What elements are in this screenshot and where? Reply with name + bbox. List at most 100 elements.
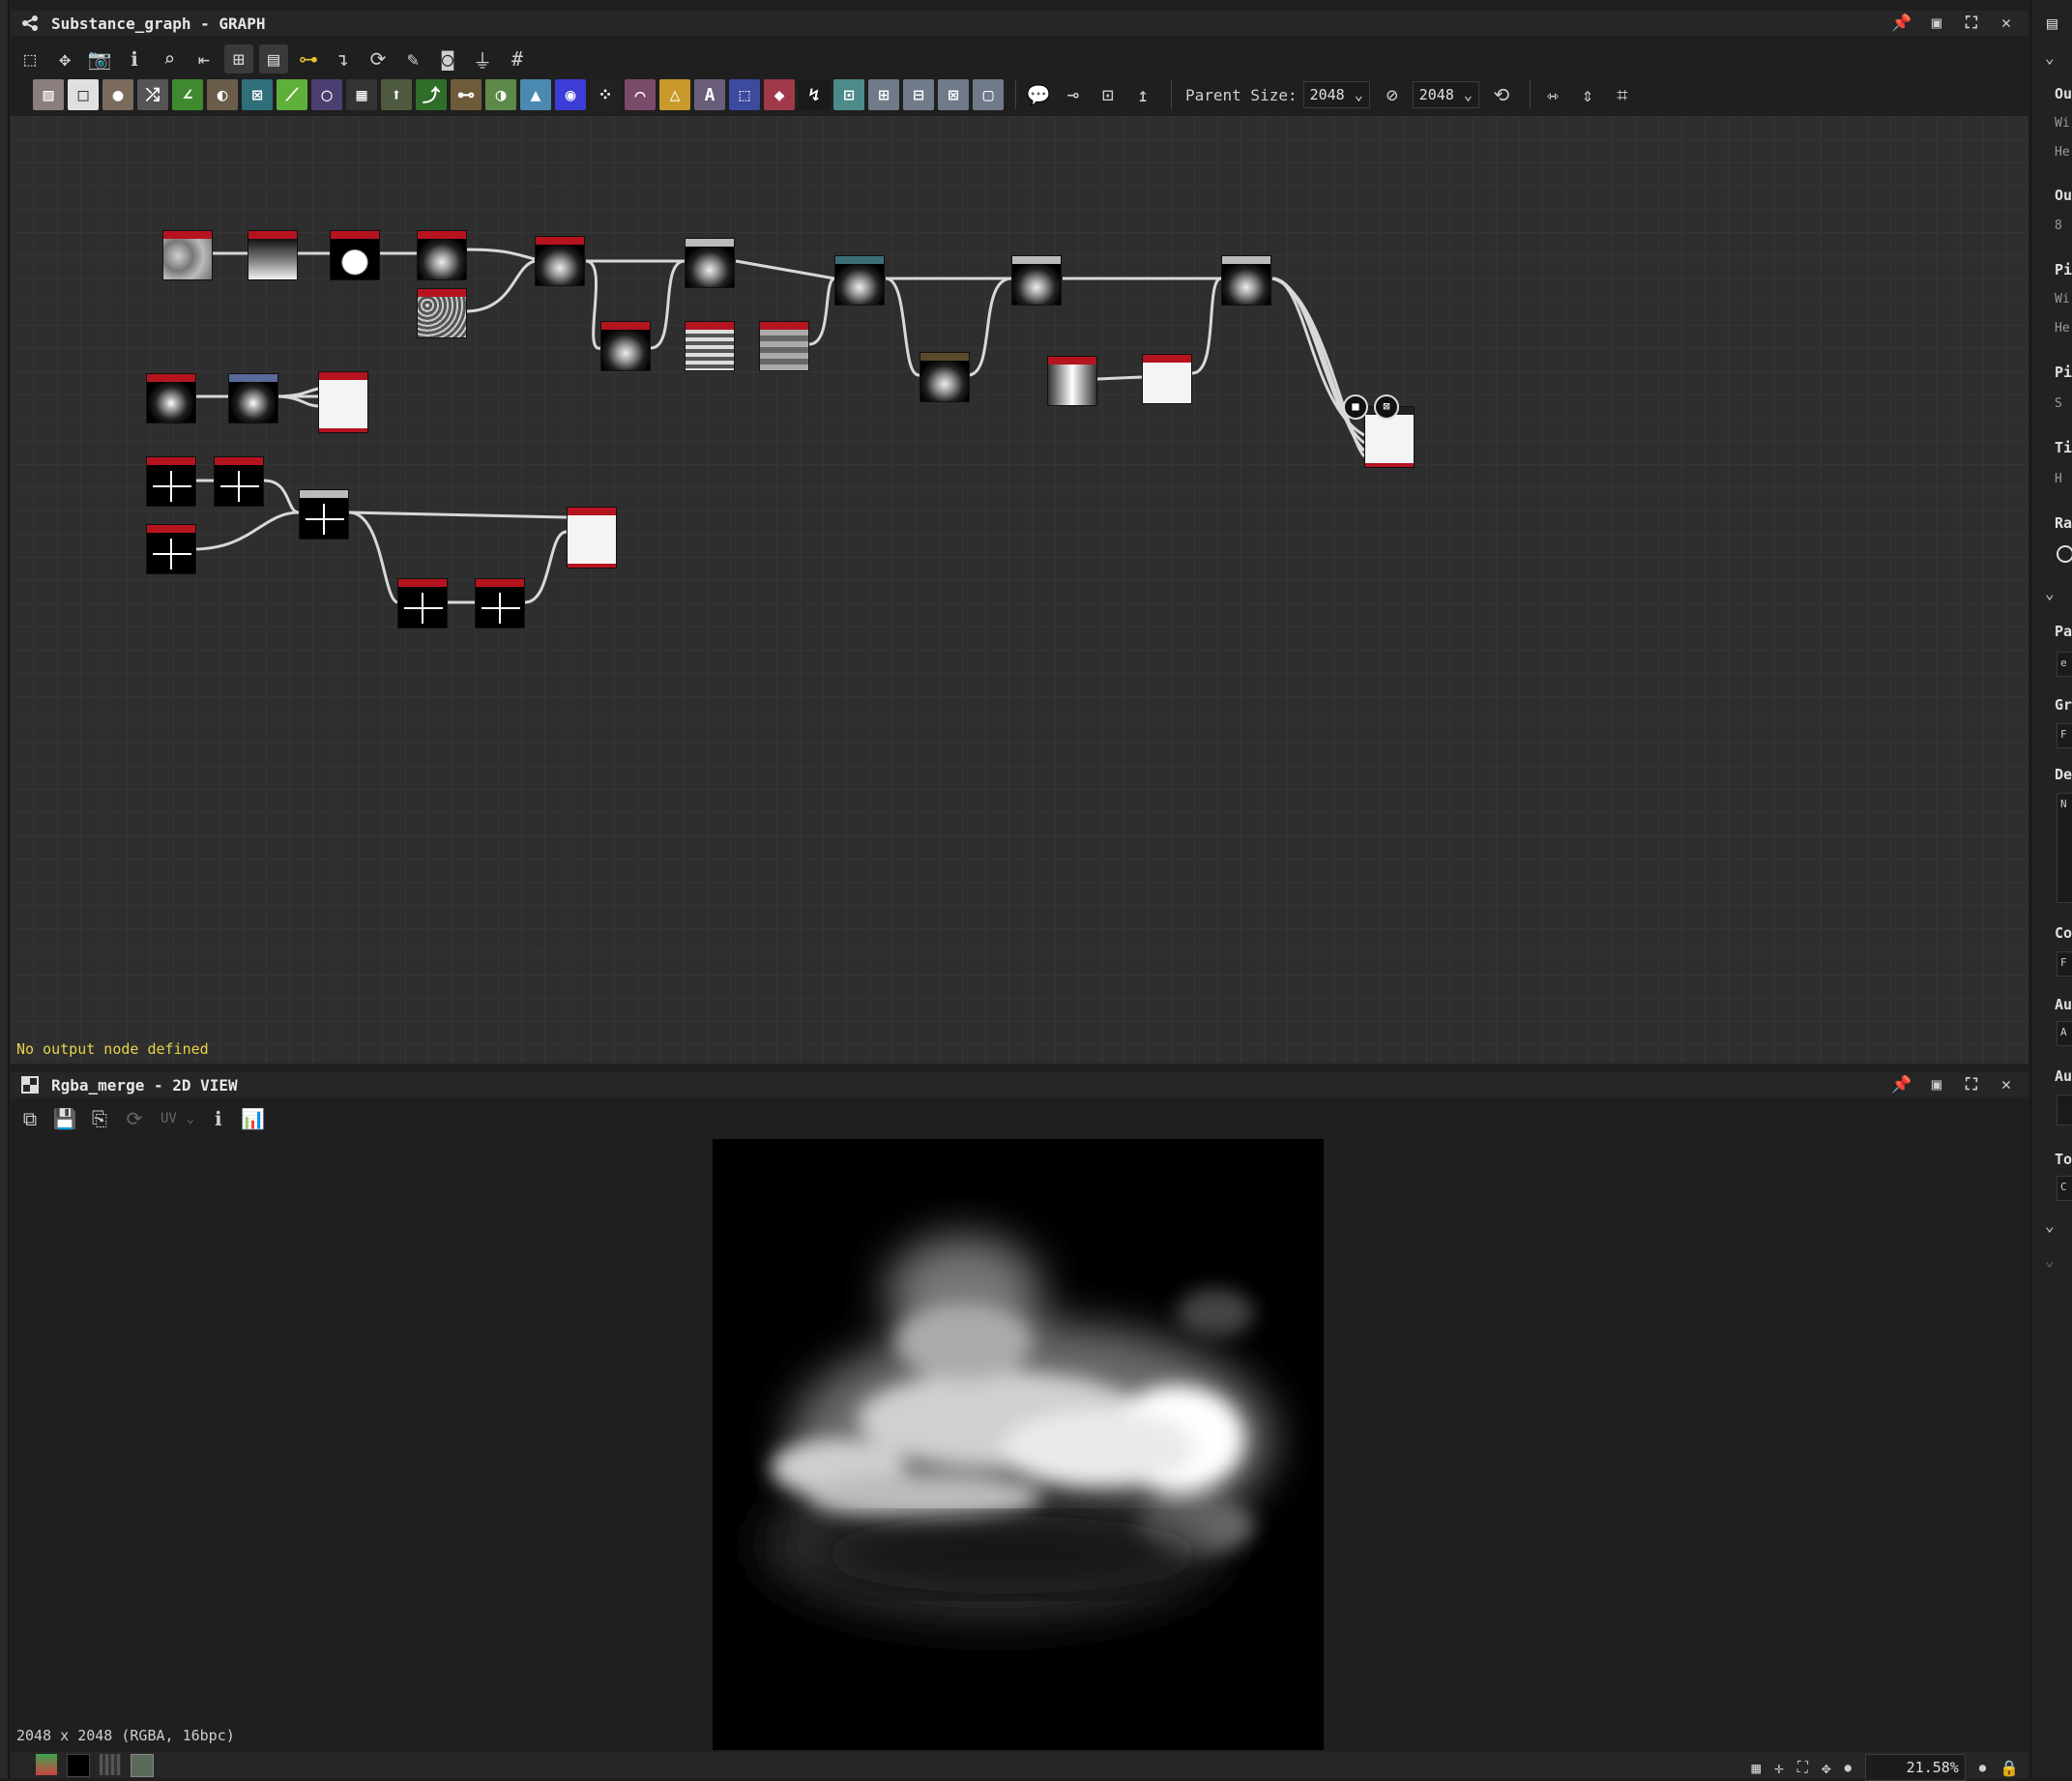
info-icon[interactable]: ℹ bbox=[204, 1104, 233, 1133]
graph-node[interactable] bbox=[535, 236, 585, 286]
graph-node[interactable] bbox=[919, 352, 970, 402]
search-icon[interactable]: ⌕ bbox=[155, 44, 184, 73]
uv-dropdown[interactable]: UV bbox=[161, 1111, 177, 1126]
graph-node[interactable] bbox=[417, 230, 467, 280]
curve-node-icon[interactable]: ∠ bbox=[172, 79, 203, 110]
graph-node[interactable] bbox=[146, 373, 196, 423]
frame-node-icon[interactable]: ⊡ bbox=[1094, 80, 1123, 109]
black-channel-icon[interactable] bbox=[67, 1754, 90, 1777]
graph-node[interactable] bbox=[1047, 356, 1097, 406]
graph-node[interactable] bbox=[228, 373, 278, 423]
pixel-processor-node-icon[interactable]: ⁘ bbox=[590, 79, 621, 110]
pin-icon[interactable]: 📌 bbox=[1891, 1074, 1912, 1095]
size-select-2[interactable]: 2048 ⌄ bbox=[1412, 81, 1479, 108]
close-icon[interactable]: ✕ bbox=[1996, 1074, 2017, 1095]
info-icon[interactable]: ℹ bbox=[120, 44, 149, 73]
sharpen-node-icon[interactable]: ⊟ bbox=[903, 79, 934, 110]
directional-warp-node-icon[interactable]: ◑ bbox=[485, 79, 516, 110]
graph-node[interactable] bbox=[1142, 354, 1192, 404]
svg-node-icon[interactable]: ⬚ bbox=[729, 79, 760, 110]
rgb-channel-icon[interactable] bbox=[131, 1754, 154, 1777]
levels-2-node-icon[interactable]: ⊠ bbox=[938, 79, 969, 110]
graph-node[interactable] bbox=[475, 578, 525, 628]
hierarchy-icon[interactable]: ⊞ bbox=[224, 44, 253, 73]
layout-icon[interactable]: ⬚ bbox=[15, 44, 44, 73]
frame-icon[interactable]: ▤ bbox=[259, 44, 288, 73]
radio-button[interactable] bbox=[2057, 545, 2072, 563]
chevron-down-icon[interactable]: ⌄ bbox=[183, 1104, 198, 1133]
document-icon[interactable]: ▤ bbox=[2047, 14, 2057, 34]
reset-size-icon[interactable]: ⟲ bbox=[1487, 80, 1516, 109]
chevron-down-icon[interactable]: ⌄ bbox=[2045, 48, 2055, 67]
property-field[interactable]: F bbox=[2057, 723, 2072, 748]
camera-icon[interactable]: 📷 bbox=[85, 44, 114, 73]
gradient-node-icon[interactable]: ◐ bbox=[207, 79, 238, 110]
level-node-icon[interactable]: ⟋ bbox=[277, 79, 307, 110]
graph-node[interactable] bbox=[1221, 255, 1271, 306]
graph-node[interactable] bbox=[600, 321, 651, 371]
connect-icon[interactable]: ⊶ bbox=[294, 44, 323, 73]
graph-node[interactable] bbox=[834, 255, 885, 306]
copy-icon[interactable]: ⎘ bbox=[85, 1104, 114, 1133]
bitmap-node-icon[interactable]: ▨ bbox=[33, 79, 64, 110]
normal-node-icon[interactable]: ⊡ bbox=[833, 79, 864, 110]
graph-node[interactable] bbox=[1011, 255, 1062, 306]
chevron-down-icon[interactable]: ⌄ bbox=[2045, 1251, 2055, 1270]
snap-icon[interactable]: ✛ bbox=[1774, 1759, 1784, 1777]
pin-node-icon[interactable]: ↥ bbox=[1128, 80, 1157, 109]
graph-node[interactable] bbox=[248, 230, 298, 280]
graph-node[interactable] bbox=[299, 489, 349, 540]
graph-node[interactable] bbox=[146, 456, 196, 507]
fx-map-node-icon[interactable]: ⤴ bbox=[416, 79, 447, 110]
crop-icon[interactable]: ⌗ bbox=[1608, 80, 1637, 109]
pan-icon[interactable]: ✥ bbox=[1822, 1759, 1831, 1777]
reset-icon[interactable]: ⟳ bbox=[364, 44, 393, 73]
warning-node-icon[interactable]: △ bbox=[659, 79, 690, 110]
material-blend-node-icon[interactable]: ▢ bbox=[973, 79, 1004, 110]
property-field[interactable] bbox=[2057, 1095, 2072, 1125]
height-blend-node-icon[interactable]: ⊞ bbox=[868, 79, 899, 110]
property-field[interactable]: C bbox=[2057, 1176, 2072, 1201]
tool-icon[interactable]: ✎ bbox=[398, 44, 427, 73]
align-icon[interactable]: ⇤ bbox=[190, 44, 219, 73]
parent-size-select[interactable]: 2048 ⌄ bbox=[1302, 81, 1370, 108]
float-window-icon[interactable]: ▣ bbox=[1926, 13, 1947, 34]
graph-node[interactable] bbox=[146, 524, 196, 574]
snapshot-icon[interactable]: ◙ bbox=[433, 44, 462, 73]
graph-node[interactable] bbox=[330, 230, 380, 280]
graph-node[interactable] bbox=[759, 321, 809, 371]
property-field[interactable]: e bbox=[2057, 652, 2072, 677]
blur-node-icon[interactable]: ● bbox=[102, 79, 133, 110]
tiling-icon[interactable] bbox=[100, 1754, 121, 1775]
warp-node-icon[interactable]: ⊠ bbox=[242, 79, 273, 110]
text-curve-node-icon[interactable]: ⌒ bbox=[625, 79, 656, 110]
fit-icon[interactable]: ⛶ bbox=[1797, 1758, 1808, 1777]
transform-node-icon[interactable]: ⤮ bbox=[137, 79, 168, 110]
histogram-icon[interactable]: 📊 bbox=[239, 1104, 268, 1133]
zoom-dot-icon[interactable]: ● bbox=[1845, 1761, 1852, 1774]
graph-node[interactable] bbox=[685, 321, 735, 371]
close-icon[interactable]: ✕ bbox=[1996, 13, 2017, 34]
graph-canvas[interactable]: ■ ⊠ No output node defined bbox=[11, 116, 2028, 1064]
pan-icon[interactable]: ✥ bbox=[50, 44, 79, 73]
shape-node-icon[interactable]: ▦ bbox=[346, 79, 377, 110]
graph-node[interactable] bbox=[567, 507, 617, 569]
pin-icon[interactable]: 📌 bbox=[1891, 13, 1912, 34]
align-horizontal-icon[interactable]: ⇿ bbox=[1538, 80, 1567, 109]
blend-node-icon[interactable]: ⬆ bbox=[381, 79, 412, 110]
comment-icon[interactable]: 💬 bbox=[1024, 80, 1053, 109]
zoom-dot-icon[interactable]: ● bbox=[1979, 1761, 1986, 1774]
chevron-down-icon[interactable]: ⌄ bbox=[2045, 1216, 2055, 1235]
text-node-icon[interactable]: A bbox=[694, 79, 725, 110]
lock-icon[interactable]: 🔒 bbox=[1999, 1759, 2019, 1777]
uniform-color-node-icon[interactable]: □ bbox=[68, 79, 99, 110]
link-size-icon[interactable]: ⊘ bbox=[1378, 80, 1407, 109]
graph-node[interactable] bbox=[318, 371, 368, 433]
save-icon[interactable]: 💾 bbox=[50, 1104, 79, 1133]
graph-node[interactable] bbox=[685, 238, 735, 288]
property-field[interactable]: F bbox=[2057, 951, 2072, 977]
description-field[interactable]: N bbox=[2057, 793, 2072, 903]
layers-icon[interactable] bbox=[36, 1754, 57, 1775]
emboss-node-icon[interactable]: ▲ bbox=[520, 79, 551, 110]
graph-node[interactable] bbox=[417, 288, 467, 338]
